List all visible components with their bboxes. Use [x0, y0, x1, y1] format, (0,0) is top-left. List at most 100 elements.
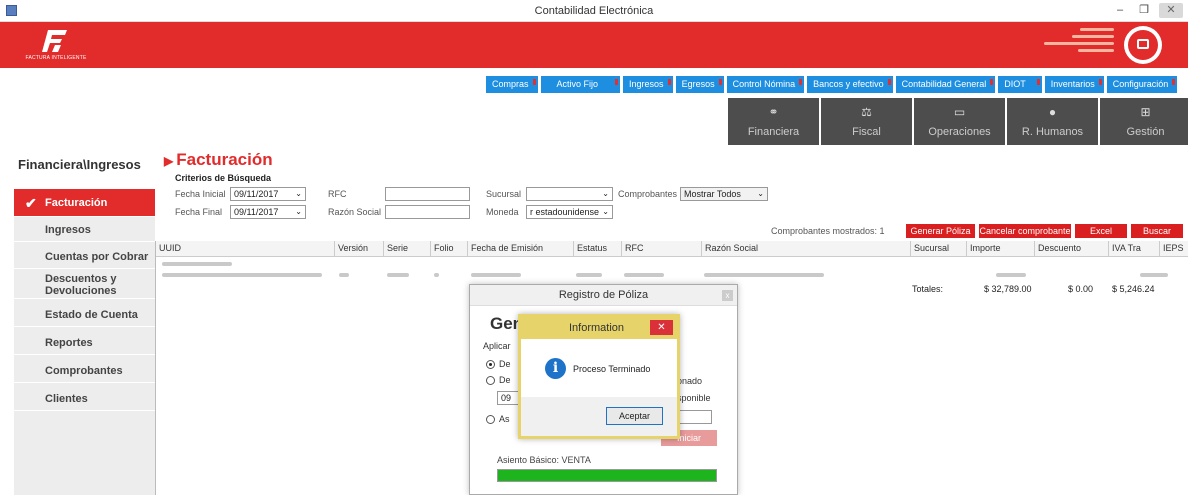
menu-inventarios[interactable]: Inventarios [1044, 76, 1104, 93]
pin-icon [799, 79, 803, 85]
chevron-down-icon: ⌄ [295, 207, 302, 216]
rfc-label: RFC [328, 189, 347, 199]
monitor-icon [1137, 39, 1149, 49]
criteria-heading: Criterios de Búsqueda [175, 173, 272, 183]
rfc-input[interactable] [385, 187, 470, 201]
info-icon: i [545, 358, 566, 379]
sucursal-select[interactable]: ⌄ [526, 187, 613, 201]
radio-option-2[interactable] [486, 376, 495, 385]
tile-operaciones[interactable]: ▭ Operaciones [914, 98, 1005, 145]
progress-bar [497, 469, 717, 482]
company-logo: FACTURA INTELIGENTE [16, 26, 96, 64]
page-title: ▶ Facturación [164, 150, 273, 169]
pin-icon [1172, 79, 1176, 85]
radio-option-1[interactable] [486, 360, 495, 369]
sidebar-item-cuentas-por-cobrar[interactable]: Cuentas por Cobrar [14, 245, 155, 269]
menu-egresos[interactable]: Egresos [675, 76, 724, 93]
window-title: Contabilidad Electrónica [534, 5, 654, 17]
sidebar-item-estado-de-cuenta[interactable]: Estado de Cuenta [14, 303, 155, 327]
pin-icon [615, 79, 619, 85]
col-version[interactable]: Versión [334, 241, 368, 257]
moneda-label: Moneda [486, 207, 519, 217]
col-razon-social[interactable]: Razón Social [701, 241, 758, 257]
col-folio[interactable]: Folio [430, 241, 454, 257]
col-ieps[interactable]: IEPS [1159, 241, 1184, 257]
sidebar-item-comprobantes[interactable]: Comprobantes [14, 359, 155, 383]
tile-financiera[interactable]: ⚭ Financiera [728, 98, 819, 145]
fecha-inicial-label: Fecha Inicial [175, 189, 226, 199]
logo-text: FACTURA INTELIGENTE [25, 55, 87, 61]
tile-recursos-humanos[interactable]: ● R. Humanos [1007, 98, 1098, 145]
menu-contabilidad-general[interactable]: Contabilidad General [895, 76, 996, 93]
sidebar-item-reportes[interactable]: Reportes [14, 331, 155, 355]
cancelar-comprobante-button[interactable]: Cancelar comprobante [979, 224, 1071, 238]
total-importe: $ 32,789.00 [984, 284, 1032, 294]
chevron-down-icon: ⌄ [602, 189, 609, 198]
pin-icon [532, 79, 536, 85]
fecha-final-label: Fecha Final [175, 207, 223, 217]
info-message: Proceso Terminado [573, 364, 651, 374]
dialog-title: Registro de Póliza [470, 285, 737, 306]
aceptar-button[interactable]: Aceptar [606, 407, 663, 425]
clipboard-icon: ▭ [953, 105, 966, 119]
excel-button[interactable]: Excel [1075, 224, 1127, 238]
minimize-button[interactable]: – [1108, 3, 1132, 18]
generar-poliza-button[interactable]: Generar Póliza [906, 224, 975, 238]
chevron-down-icon: ⌄ [757, 189, 764, 198]
information-dialog: Information ✕ i Proceso Terminado Acepta… [518, 314, 680, 439]
scale-icon: ⚖ [861, 105, 872, 119]
tile-fiscal[interactable]: ⚖ Fiscal [821, 98, 912, 145]
col-importe[interactable]: Importe [966, 241, 1001, 257]
comprobantes-mostrados: Comprobantes mostrados: 1 [771, 226, 885, 236]
razon-social-label: Razón Social [328, 207, 382, 217]
top-menu: Compras Activo Fijo Ingresos Egresos Con… [486, 76, 1178, 93]
pin-icon [1036, 79, 1040, 85]
dialog-close-button[interactable]: x [722, 290, 733, 301]
comprobantes-label: Comprobantes [618, 189, 678, 199]
app-header: FACTURA INTELIGENTE [0, 22, 1188, 68]
radio-option-3[interactable] [486, 415, 495, 424]
total-descuento: $ 0.00 [1068, 284, 1094, 294]
avatar[interactable] [1124, 26, 1162, 64]
menu-configuracion[interactable]: Configuración [1106, 76, 1178, 93]
buscar-button[interactable]: Buscar [1131, 224, 1183, 238]
chevron-down-icon: ⌄ [295, 189, 302, 198]
asiento-basico-label: Asiento Básico: VENTA [497, 455, 591, 465]
menu-control-nomina[interactable]: Control Nómina [726, 76, 805, 93]
menu-diot[interactable]: DIOT [998, 76, 1042, 93]
menu-activo-fijo[interactable]: Activo Fijo [540, 76, 621, 93]
menu-ingresos[interactable]: Ingresos [623, 76, 673, 93]
comprobantes-select[interactable]: Mostrar Todos ⌄ [680, 187, 768, 201]
coins-icon: ⚭ [768, 105, 779, 119]
pin-icon [887, 79, 891, 85]
sidebar-item-descuentos-devoluciones[interactable]: Descuentos y Devoluciones [14, 271, 155, 299]
user-info-blurred [1040, 28, 1116, 52]
menu-compras[interactable]: Compras [486, 76, 538, 93]
close-button[interactable]: ✕ [1159, 3, 1183, 18]
arrow-right-icon: ▶ [164, 154, 174, 168]
checkmark-icon: ✔ [25, 195, 37, 211]
fecha-final-field[interactable]: 09/11/2017 ⌄ [230, 205, 306, 219]
window-titlebar: Contabilidad Electrónica – ❐ ✕ [0, 0, 1188, 22]
chevron-down-icon: ⌄ [602, 207, 609, 216]
maximize-button[interactable]: ❐ [1132, 3, 1156, 18]
col-uuid[interactable]: UUID [156, 241, 181, 257]
group-row-blurred [162, 262, 232, 266]
fecha-inicial-field[interactable]: 09/11/2017 ⌄ [230, 187, 306, 201]
col-iva-tra[interactable]: IVA Tra [1108, 241, 1141, 257]
table-row[interactable] [156, 269, 1188, 280]
tile-gestion[interactable]: ⊞ Gestión [1100, 98, 1188, 145]
col-serie[interactable]: Serie [383, 241, 408, 257]
menu-bancos-efectivo[interactable]: Bancos y efectivo [807, 76, 893, 93]
moneda-select[interactable]: r estadounidense ⌄ [526, 205, 613, 219]
col-fecha-emision[interactable]: Fecha de Emisión [467, 241, 543, 257]
col-estatus[interactable]: Estatus [573, 241, 607, 257]
sidebar-item-ingresos[interactable]: Ingresos [14, 218, 155, 242]
info-close-button[interactable]: ✕ [650, 320, 673, 335]
col-sucursal[interactable]: Sucursal [910, 241, 949, 257]
col-descuento[interactable]: Descuento [1034, 241, 1081, 257]
sidebar-item-facturacion[interactable]: ✔ Facturación [14, 189, 155, 217]
col-rfc[interactable]: RFC [621, 241, 644, 257]
sidebar-item-clientes[interactable]: Clientes [14, 387, 155, 411]
razon-social-input[interactable] [385, 205, 470, 219]
